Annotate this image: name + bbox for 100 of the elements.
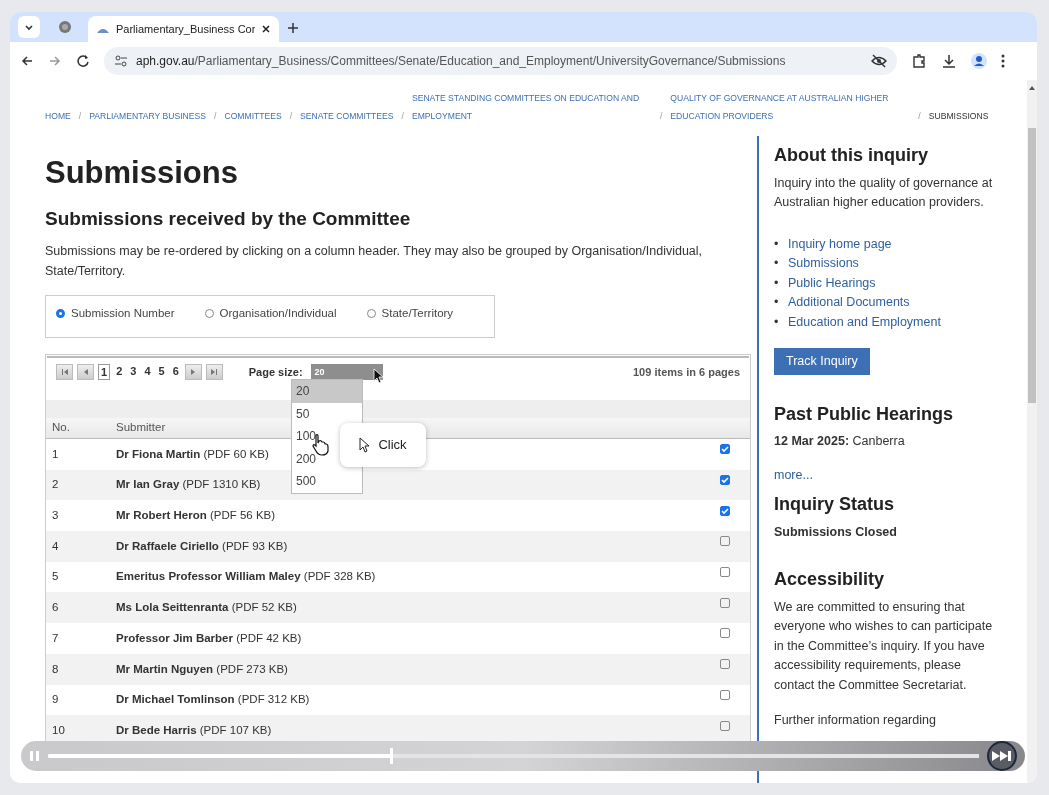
submission-link[interactable]: Ms Lola Seittenranta (PDF 52 KB): [116, 601, 297, 614]
breadcrumb-link[interactable]: SENATE STANDING COMMITTEES ON EDUCATION AND EMPLOYMENT: [411, 89, 652, 125]
scrollbar[interactable]: [1027, 80, 1037, 783]
bullet: •: [774, 255, 780, 272]
breadcrumb-link[interactable]: QUALITY OF GOVERNANCE AT AUSTRALIAN HIGHER EDUCATION PROVIDERS: [670, 89, 911, 125]
intro-text: Submissions may be re-ordered by clicking on a column header. They may also be grouped by Organisation/Individual, State/Territory.: [45, 243, 704, 280]
breadcrumb-separator: /: [918, 111, 921, 121]
sidebar-text: Inquiry into the quality of governance at Australian higher education providers.: [774, 174, 994, 211]
last-page-button[interactable]: [205, 364, 223, 380]
submission-link[interactable]: Emeritus Professor William Maley (PDF 328 KB): [116, 570, 376, 583]
table-cell-text: 1: [51, 446, 60, 462]
breadcrumb-link[interactable]: PARLIAMENTARY BUSINESS: [89, 111, 207, 121]
check-icon: [720, 505, 730, 516]
submission-link[interactable]: Dr Michael Tomlinson (PDF 312 KB): [116, 693, 310, 706]
forward-icon[interactable]: [48, 54, 62, 68]
extensions-icon[interactable]: [911, 53, 927, 69]
seek-handle[interactable]: [390, 748, 394, 764]
url-text: aph.gov.au/Parliamentary_Business/Committees/Senate/Education_and_Employment/UniversityGovernance/Submissions: [136, 53, 787, 70]
eye-off-icon[interactable]: [871, 53, 887, 69]
radio-option[interactable]: Submission Number: [56, 305, 175, 328]
dropdown-option[interactable]: 500: [292, 470, 362, 493]
table-cell-text: 10: [51, 722, 66, 738]
page-link[interactable]: 1: [98, 364, 111, 380]
hearing-entry: 12 Mar 2025: Canberra: [774, 433, 906, 451]
download-icon[interactable]: [941, 53, 957, 69]
breadcrumb-separator: /: [659, 111, 663, 121]
new-tab-icon[interactable]: [287, 22, 300, 34]
breadcrumb-separator: /: [289, 111, 293, 121]
mouse-pointer-icon: [372, 368, 384, 384]
bullet: •: [774, 274, 780, 292]
previous-page-button[interactable]: [77, 364, 94, 380]
back-icon[interactable]: [20, 54, 34, 68]
first-page-button[interactable]: [56, 364, 73, 380]
address-bar[interactable]: aph.gov.au/Parliamentary_Business/Committees/Senate/Education_and_Employment/UniversityGovernance/Submissions: [104, 47, 897, 75]
table-cell-text: 6: [51, 600, 60, 616]
dropdown-option[interactable]: 50: [292, 402, 362, 425]
check-icon: [720, 444, 730, 455]
table-cell-text: 8: [51, 661, 60, 677]
sidebar-link[interactable]: Public Hearings: [788, 275, 876, 290]
status-text: Submissions Closed: [774, 523, 898, 541]
checkbox[interactable]: [720, 689, 730, 700]
sidebar-text: Further information regarding: [774, 712, 937, 730]
checkbox[interactable]: [720, 567, 730, 578]
checkbox[interactable]: [720, 536, 730, 547]
submission-link[interactable]: Mr Robert Heron (PDF 56 KB): [116, 509, 276, 522]
submission-link[interactable]: Dr Bede Harris (PDF 107 KB): [116, 723, 272, 736]
dropdown-option[interactable]: 20: [292, 380, 362, 403]
column-header[interactable]: Submitter: [116, 421, 166, 434]
reload-icon[interactable]: [76, 54, 90, 68]
radio-option[interactable]: Organisation/Individual: [204, 305, 337, 328]
skip-forward-icon[interactable]: [987, 741, 1017, 771]
page-link[interactable]: 5: [156, 364, 167, 380]
submission-link[interactable]: Mr Martin Nguyen (PDF 273 KB): [116, 662, 288, 675]
tab-title: Parliamentary_Business Cor: [116, 21, 256, 37]
tab-list-button[interactable]: [18, 16, 40, 38]
next-page-button[interactable]: [184, 364, 202, 380]
page-link[interactable]: 2: [114, 364, 125, 380]
scroll-up-icon[interactable]: [1028, 84, 1036, 92]
checkbox[interactable]: [720, 597, 730, 608]
close-icon[interactable]: [261, 24, 272, 34]
submission-link[interactable]: Mr Ian Gray (PDF 1310 KB): [116, 478, 261, 491]
page-size-label: Page size:: [248, 365, 303, 380]
radio-button[interactable]: [56, 309, 65, 318]
scrollbar-thumb[interactable]: [1028, 128, 1036, 403]
checkbox[interactable]: [720, 505, 730, 516]
checkbox[interactable]: [720, 475, 730, 486]
sidebar-link[interactable]: Additional Documents: [788, 295, 910, 309]
site-settings-icon[interactable]: [114, 54, 128, 68]
submission-link[interactable]: Dr Fiona Martin (PDF 60 KB): [116, 447, 269, 460]
sidebar-link[interactable]: Inquiry home page: [788, 236, 892, 251]
tooltip-text: Click: [378, 436, 407, 455]
menu-icon[interactable]: [1001, 54, 1005, 68]
page-link[interactable]: 6: [170, 364, 181, 380]
breadcrumb-link[interactable]: HOME: [45, 111, 71, 121]
checkbox[interactable]: [720, 720, 730, 731]
check-icon: [720, 475, 730, 486]
page-heading: Submissions: [45, 154, 239, 192]
chevron-down-icon: [24, 23, 34, 31]
sidebar-link[interactable]: Education and Employment: [788, 314, 941, 329]
browser-tab[interactable]: Parliamentary_Business Cor: [88, 16, 280, 42]
checkbox[interactable]: [720, 628, 730, 639]
profile-icon[interactable]: [971, 53, 987, 69]
page-link[interactable]: 4: [142, 364, 153, 380]
table-cell-text: 2: [51, 477, 60, 493]
breadcrumb-link[interactable]: COMMITTEES: [224, 111, 282, 121]
radio-option[interactable]: State/Territory: [366, 305, 454, 328]
more-link[interactable]: more...: [774, 465, 1013, 486]
breadcrumb-current: SUBMISSIONS: [928, 111, 989, 121]
sidebar-link[interactable]: Submissions: [788, 256, 859, 270]
submission-link[interactable]: Dr Raffaele Ciriello (PDF 93 KB): [116, 539, 288, 552]
section-heading: Submissions received by the Committee: [45, 206, 412, 231]
breadcrumb-link[interactable]: SENATE COMMITTEES: [300, 111, 394, 121]
track-inquiry-button[interactable]: Track Inquiry: [774, 348, 870, 375]
checkbox[interactable]: [720, 659, 730, 670]
page-link[interactable]: 3: [128, 364, 139, 380]
checkbox[interactable]: [720, 444, 730, 455]
submission-link[interactable]: Professor Jim Barber (PDF 42 KB): [116, 631, 302, 644]
table-cell-text: 3: [51, 508, 60, 524]
globe-icon[interactable]: [58, 20, 72, 34]
column-header[interactable]: No.: [46, 419, 116, 437]
